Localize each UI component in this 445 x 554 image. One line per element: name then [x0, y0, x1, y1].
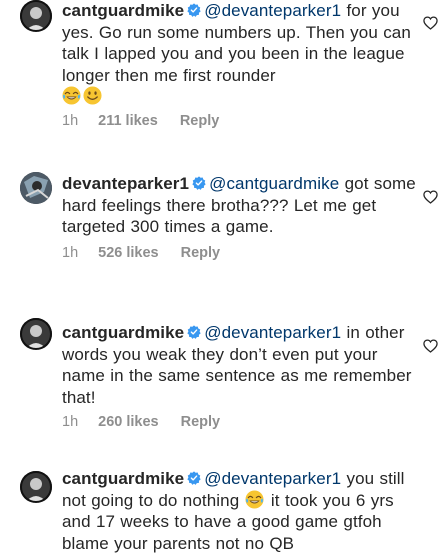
- verified-badge-icon: [192, 176, 206, 190]
- username[interactable]: devanteparker1: [62, 174, 189, 193]
- reply-button[interactable]: Reply: [181, 245, 221, 261]
- comment-text: cantguardmike @devanteparker1 you still n…: [62, 468, 417, 554]
- mention-link[interactable]: @cantguardmike: [209, 174, 339, 193]
- username[interactable]: cantguardmike: [62, 323, 184, 342]
- verified-badge-icon: [187, 325, 201, 339]
- likes-count[interactable]: 526 likes: [98, 245, 158, 261]
- mention-link[interactable]: @devanteparker1: [204, 469, 341, 488]
- avatar[interactable]: [20, 0, 52, 32]
- likes-count[interactable]: 260 likes: [98, 414, 158, 430]
- like-heart-icon[interactable]: [423, 339, 438, 353]
- avatar[interactable]: [20, 318, 52, 350]
- laughing-tears-emoji-icon: [245, 490, 264, 509]
- avatar[interactable]: [20, 471, 52, 503]
- timestamp: 1h: [62, 113, 79, 129]
- reply-button[interactable]: Reply: [181, 414, 221, 430]
- comment-text: devanteparker1 @cantguardmike got some ha…: [62, 173, 417, 238]
- comment-text: cantguardmike @devanteparker1 in other wo…: [62, 322, 417, 408]
- likes-count[interactable]: 211 likes: [98, 113, 158, 129]
- username[interactable]: cantguardmike: [62, 469, 184, 488]
- mention-link[interactable]: @devanteparker1: [204, 1, 341, 20]
- comment-text: cantguardmike @devanteparker1 for you yes…: [62, 0, 417, 108]
- comment-meta: 1h 211 likes Reply: [62, 113, 241, 129]
- username[interactable]: cantguardmike: [62, 1, 184, 20]
- mention-link[interactable]: @devanteparker1: [204, 323, 341, 342]
- comment-meta: 1h 260 likes Reply: [62, 414, 242, 430]
- smiley-emoji-icon: [83, 86, 102, 105]
- reply-button[interactable]: Reply: [180, 113, 220, 129]
- laughing-tears-emoji-icon: [62, 86, 81, 105]
- like-heart-icon[interactable]: [423, 190, 438, 204]
- avatar[interactable]: [20, 172, 52, 204]
- verified-badge-icon: [187, 3, 201, 17]
- timestamp: 1h: [62, 245, 79, 261]
- like-heart-icon[interactable]: [423, 16, 438, 30]
- timestamp: 1h: [62, 414, 79, 430]
- verified-badge-icon: [187, 471, 201, 485]
- comment-meta: 1h 526 likes Reply: [62, 245, 242, 261]
